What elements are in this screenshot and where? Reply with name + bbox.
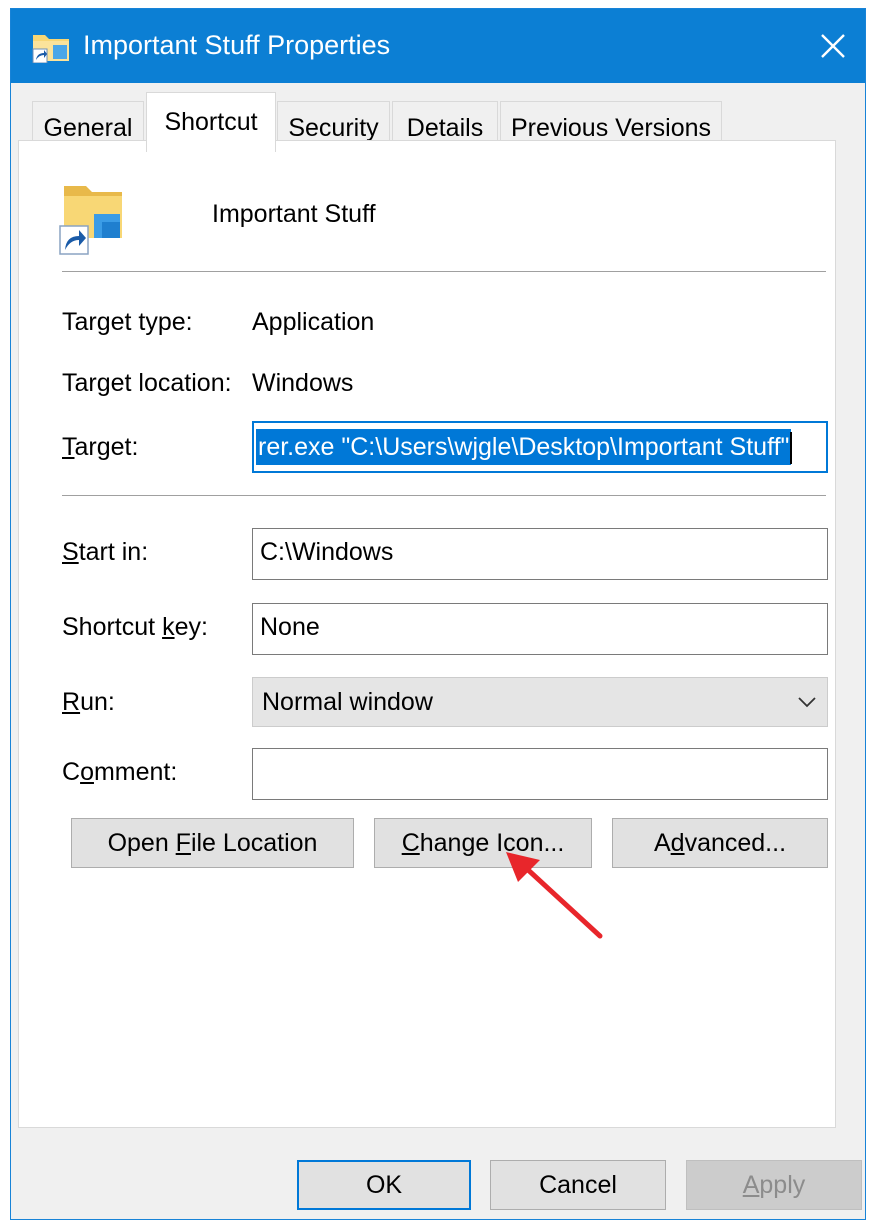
- target-label-rest: arget:: [74, 433, 139, 461]
- target-label-mnemonic: T: [62, 433, 75, 461]
- apply-mnemonic: A: [742, 1171, 760, 1199]
- advanced-part2: vanced...: [684, 829, 787, 857]
- comment-input[interactable]: [252, 748, 828, 800]
- target-type-value: Application: [252, 308, 375, 336]
- divider: [62, 271, 826, 273]
- advanced-part1: A: [653, 829, 671, 857]
- run-label-mnemonic: R: [62, 688, 81, 716]
- shortcut-key-label-part1: Shortcut: [62, 613, 163, 641]
- apply-button[interactable]: Apply: [686, 1160, 862, 1210]
- run-label: Run:: [62, 688, 115, 717]
- shortcut-key-input[interactable]: None: [252, 603, 828, 655]
- text-caret: [790, 432, 793, 465]
- cancel-button[interactable]: Cancel: [490, 1160, 666, 1210]
- target-location-value: Windows: [252, 369, 354, 397]
- open-file-location-button[interactable]: Open File Location: [71, 818, 354, 868]
- title-bar[interactable]: Important Stuff Properties: [11, 9, 865, 83]
- divider: [62, 495, 826, 497]
- comment-label: Comment:: [62, 758, 177, 787]
- ok-button[interactable]: OK: [297, 1160, 471, 1210]
- target-label: Target:: [62, 433, 138, 462]
- comment-label-part2: mment:: [93, 758, 178, 786]
- change-icon-mnemonic: C: [401, 829, 420, 857]
- start-in-label-mnemonic: S: [62, 538, 79, 566]
- shortcut-key-label-mnemonic: k: [162, 613, 175, 641]
- comment-label-mnemonic: o: [80, 758, 94, 786]
- close-icon: [821, 34, 845, 58]
- chevron-down-icon: [798, 697, 816, 708]
- advanced-button[interactable]: Advanced...: [612, 818, 828, 868]
- target-location-label: Target location:: [62, 369, 232, 397]
- folder-shortcut-icon: [50, 178, 130, 258]
- folder-shortcut-icon: [31, 29, 71, 64]
- start-in-label: Start in:: [62, 538, 148, 567]
- open-file-location-part1: Open: [107, 829, 176, 857]
- run-select[interactable]: Normal window: [252, 677, 828, 727]
- close-button[interactable]: [801, 9, 865, 83]
- shortcut-name: Important Stuff: [212, 200, 376, 228]
- open-file-location-mnemonic: F: [175, 829, 191, 857]
- target-selected-text: rer.exe "C:\Users\wjgle\Desktop\Importan…: [256, 429, 792, 465]
- apply-rest: pply: [759, 1171, 806, 1199]
- start-in-input[interactable]: C:\Windows: [252, 528, 828, 580]
- shortcut-key-label-part2: ey:: [174, 613, 208, 641]
- run-label-rest: un:: [80, 688, 115, 716]
- open-file-location-part2: ile Location: [190, 829, 318, 857]
- window-title: Important Stuff Properties: [83, 30, 391, 60]
- run-select-value: Normal window: [262, 688, 433, 716]
- target-type-label: Target type:: [62, 308, 193, 336]
- advanced-mnemonic: d: [670, 829, 685, 857]
- start-in-label-rest: tart in:: [78, 538, 149, 566]
- red-arrow-icon: [506, 852, 603, 939]
- target-input[interactable]: rer.exe "C:\Users\wjgle\Desktop\Importan…: [252, 421, 828, 473]
- shortcut-key-label: Shortcut key:: [62, 613, 208, 642]
- comment-label-part1: C: [62, 758, 81, 786]
- tab-shortcut[interactable]: Shortcut: [146, 92, 276, 152]
